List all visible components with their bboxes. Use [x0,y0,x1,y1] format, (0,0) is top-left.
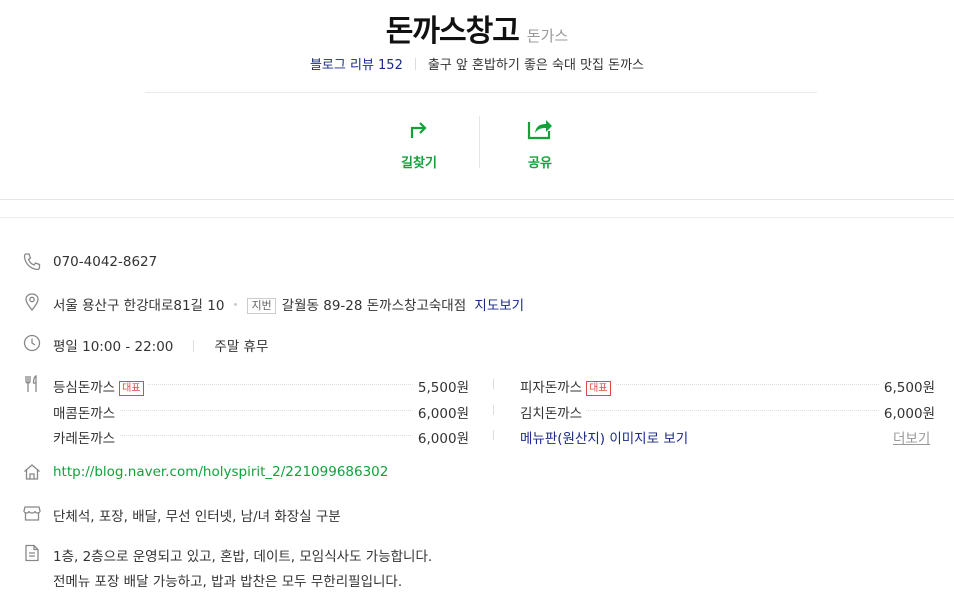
menu-item: 매콤돈까스 6,000원 [53,402,469,422]
menu-item: 피자돈까스 대표 6,500원 [520,376,935,396]
header-divider [145,92,817,93]
weekend-holiday: 주말 휴무 [214,339,269,355]
subtitle-row: 블로그 리뷰 152 출구 앞 혼밥하기 좋은 숙대 맛집 돈까스 [0,54,954,73]
directions-button[interactable]: 길찾기 [379,116,459,171]
share-label: 공유 [528,156,552,171]
more-menu-link[interactable]: 더보기 [893,427,930,447]
column-divider [493,405,494,415]
place-category: 돈가스 [526,27,569,45]
menu-item-price: 6,500원 [879,376,935,396]
document-icon [25,544,39,562]
facilities: 단체석, 포장, 배달, 무선 인터넷, 남/녀 화장실 구분 [53,509,341,525]
phone-number[interactable]: 070-4042-8627 [53,254,157,270]
dot-separator [234,303,238,306]
divider [414,58,416,70]
rep-badge: 대표 [586,381,611,396]
menu-item-price: 5,500원 [413,376,469,396]
place-header: 돈까스창고 돈가스 블로그 리뷰 152 출구 앞 혼밥하기 좋은 숙대 맛집 돈까… [0,0,954,200]
location-pin-icon [25,293,39,312]
place-description: 출구 앞 혼밥하기 좋은 숙대 맛집 돈까스 [427,58,645,73]
website-link[interactable]: http://blog.naver.com/holyspirit_2/22109… [53,464,388,480]
menu-item: 김치돈까스 6,000원 [520,402,935,422]
menu-item-name: 김치돈까스 [520,402,587,422]
map-view-link[interactable]: 지도보기 [474,298,524,314]
title-row: 돈까스창고 돈가스 [0,6,954,50]
jibun-address: 갈월동 89-28 돈까스창고숙대점 [281,298,467,314]
column-divider [493,430,494,440]
menu-image-link[interactable]: 메뉴판(원산지) 이미지로 보기 [520,427,688,447]
directions-label: 길찾기 [401,156,437,171]
menu-item-name: 매콤돈까스 [53,402,120,422]
share-icon [527,120,552,140]
menu-item-name: 카레돈까스 [53,427,120,447]
menu-item-price: 6,000원 [879,402,935,422]
menu-item: 카레돈까스 6,000원 [53,427,469,447]
jibun-tag: 지번 [247,298,276,314]
address-row: 서울 용산구 한강대로81길 10 지번 갈월동 89-28 돈까스창고숙대점 지도… [53,294,524,314]
menu-item-name: 등심돈까스 [53,380,116,396]
section-gap [0,201,954,218]
action-divider [479,116,480,168]
place-title: 돈까스창고 [385,14,520,49]
description-line-2: 전메뉴 포장 배달 가능하고, 밥과 밥찬은 모두 무한리필입니다. [53,574,403,590]
column-divider [493,379,494,389]
weekday-hours: 평일 10:00 - 22:00 [53,339,174,355]
road-address: 서울 용산구 한강대로81길 10 [53,298,225,314]
menu-item-price: 6,000원 [413,427,469,447]
clock-icon [23,334,41,352]
divider [193,340,195,352]
directions-icon [410,122,427,138]
description-line-1: 1층, 2층으로 운영되고 있고, 혼밥, 데이트, 모임식사도 가능합니다. [53,549,433,565]
phone-icon [23,253,41,271]
menu-item-name: 피자돈까스 [520,380,583,396]
home-icon [24,464,40,480]
hours-row: 평일 10:00 - 22:00 주말 휴무 [53,335,268,355]
share-button[interactable]: 공유 [500,116,580,171]
rep-badge: 대표 [119,381,144,396]
menu-item: 등심돈까스 대표 5,500원 [53,376,469,396]
store-icon [23,506,41,521]
menu-item-price: 6,000원 [413,402,469,422]
blog-review-link[interactable]: 블로그 리뷰 152 [310,58,403,73]
utensils-icon [25,374,37,392]
